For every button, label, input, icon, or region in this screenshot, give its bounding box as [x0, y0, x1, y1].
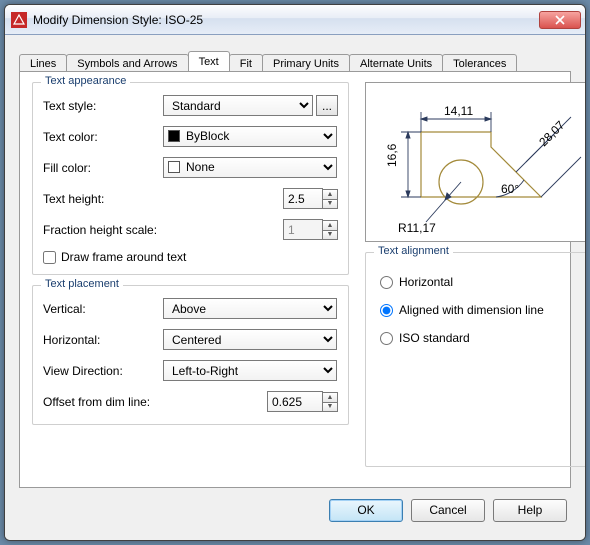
input-text-height[interactable]: [283, 188, 323, 209]
tab-panel-text: Text appearance Text style: Standard ...…: [19, 71, 571, 488]
group-text-appearance: Text appearance Text style: Standard ...…: [32, 82, 349, 275]
input-fraction-scale: [283, 219, 323, 240]
close-button[interactable]: [539, 11, 581, 29]
app-icon: [11, 12, 27, 28]
tab-alternate-units[interactable]: Alternate Units: [349, 54, 443, 72]
tab-strip: Lines Symbols and Arrows Text Fit Primar…: [19, 49, 571, 71]
radio-align-iso[interactable]: [380, 332, 393, 345]
label-fill-color: Fill color:: [43, 161, 163, 175]
label-align-horizontal: Horizontal: [399, 275, 453, 289]
spinner-offset[interactable]: ▲▼: [322, 392, 338, 412]
checkbox-draw-frame[interactable]: [43, 251, 56, 264]
titlebar: Modify Dimension Style: ISO-25: [5, 5, 585, 35]
group-text-placement: Text placement Vertical: Above Horizonta…: [32, 285, 349, 425]
tab-lines[interactable]: Lines: [19, 54, 67, 72]
spinner-text-height[interactable]: ▲▼: [322, 189, 338, 209]
label-vertical: Vertical:: [43, 302, 163, 316]
label-offset: Offset from dim line:: [43, 395, 183, 409]
label-fraction-scale: Fraction height scale:: [43, 223, 183, 237]
spinner-fraction-scale: ▲▼: [322, 220, 338, 240]
radio-align-aligned[interactable]: [380, 304, 393, 317]
preview-dim-angle: 60°: [501, 182, 519, 196]
help-button[interactable]: Help: [493, 499, 567, 522]
label-text-height: Text height:: [43, 192, 163, 206]
preview-dim-diag: 28,07: [536, 118, 567, 149]
tab-text[interactable]: Text: [188, 51, 230, 71]
legend-text-appearance: Text appearance: [41, 75, 130, 87]
tab-fit[interactable]: Fit: [229, 54, 263, 72]
preview-dim-top: 14,11: [444, 104, 473, 118]
label-draw-frame: Draw frame around text: [61, 250, 186, 264]
select-text-color[interactable]: [163, 126, 337, 147]
client-area: Lines Symbols and Arrows Text Fit Primar…: [5, 35, 585, 540]
dialog-footer: OK Cancel Help: [19, 488, 571, 532]
ok-button[interactable]: OK: [329, 499, 403, 522]
select-text-style[interactable]: Standard: [163, 95, 313, 116]
dialog-window: Modify Dimension Style: ISO-25 Lines Sym…: [4, 4, 586, 541]
tab-tolerances[interactable]: Tolerances: [442, 54, 517, 72]
label-text-style: Text style:: [43, 99, 163, 113]
label-text-color: Text color:: [43, 130, 163, 144]
cancel-button[interactable]: Cancel: [411, 499, 485, 522]
preview-dim-left: 16,6: [385, 143, 399, 167]
group-text-alignment: Text alignment Horizontal Aligned with d…: [365, 252, 586, 467]
label-view-direction: View Direction:: [43, 364, 163, 378]
select-view-direction[interactable]: Left-to-Right: [163, 360, 337, 381]
radio-align-horizontal[interactable]: [380, 276, 393, 289]
select-vertical[interactable]: Above: [163, 298, 337, 319]
tab-primary-units[interactable]: Primary Units: [262, 54, 350, 72]
legend-text-placement: Text placement: [41, 278, 123, 290]
label-horizontal: Horizontal:: [43, 333, 163, 347]
tab-symbols-arrows[interactable]: Symbols and Arrows: [66, 54, 188, 72]
label-align-aligned: Aligned with dimension line: [399, 303, 544, 317]
label-align-iso: ISO standard: [399, 331, 470, 345]
window-title: Modify Dimension Style: ISO-25: [33, 13, 537, 27]
input-offset[interactable]: [267, 391, 323, 412]
legend-text-alignment: Text alignment: [374, 245, 453, 257]
dimension-preview: 14,11 16,6 R11,17 60° 28,07: [365, 82, 586, 242]
select-horizontal[interactable]: Centered: [163, 329, 337, 350]
select-fill-color[interactable]: [163, 157, 337, 178]
text-style-browse-button[interactable]: ...: [316, 95, 338, 116]
preview-dim-radius: R11,17: [398, 221, 436, 235]
